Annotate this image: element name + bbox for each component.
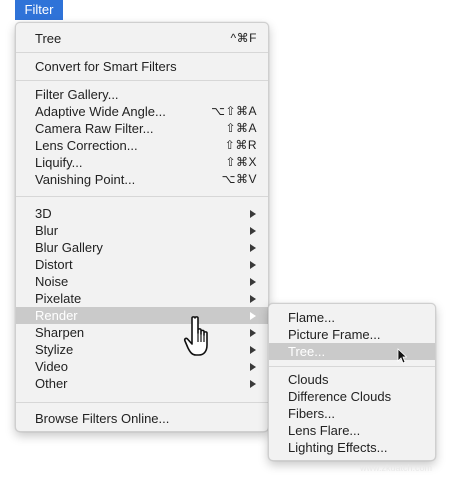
menu-item-label: Distort	[35, 257, 73, 272]
menu-item-pixelate[interactable]: Pixelate	[16, 290, 268, 307]
menu-item-adaptive-wide-angle[interactable]: Adaptive Wide Angle... ⌥⇧⌘A	[16, 103, 268, 120]
menu-item-label: Stylize	[35, 342, 74, 357]
menu-item-label: Blur Gallery	[35, 240, 103, 255]
menu-item-liquify[interactable]: Liquify... ⇧⌘X	[16, 154, 268, 171]
submenu-arrow-icon	[250, 295, 256, 303]
menu-item-shortcut: ⇧⌘X	[225, 155, 257, 169]
submenu-arrow-icon	[250, 363, 256, 371]
submenu-arrow-icon	[250, 261, 256, 269]
menu-item-noise[interactable]: Noise	[16, 273, 268, 290]
menu-item-label: 3D	[35, 206, 52, 221]
menu-item-label: Tree...	[288, 344, 326, 359]
menu-item-label: Fibers...	[288, 406, 335, 421]
menu-item-blur[interactable]: Blur	[16, 222, 268, 239]
submenu-item-lens-flare[interactable]: Lens Flare...	[269, 422, 435, 439]
menu-item-label: Liquify...	[35, 155, 83, 170]
watermark-text: www.zkuatch.com	[360, 463, 433, 473]
menu-item-label: Render	[35, 308, 78, 323]
filter-menu: Tree ^⌘F Convert for Smart Filters Filte…	[15, 22, 269, 432]
menu-separator	[16, 196, 268, 197]
menu-item-blur-gallery[interactable]: Blur Gallery	[16, 239, 268, 256]
menu-separator	[16, 402, 268, 403]
menu-item-convert-for-smart-filters[interactable]: Convert for Smart Filters	[16, 58, 268, 75]
submenu-arrow-icon	[250, 227, 256, 235]
menu-item-video[interactable]: Video	[16, 358, 268, 375]
submenu-item-flame[interactable]: Flame...	[269, 309, 435, 326]
menu-item-3d[interactable]: 3D	[16, 205, 268, 222]
menu-item-sharpen[interactable]: Sharpen	[16, 324, 268, 341]
menu-item-camera-raw-filter[interactable]: Camera Raw Filter... ⇧⌘A	[16, 120, 268, 137]
menu-item-lens-correction[interactable]: Lens Correction... ⇧⌘R	[16, 137, 268, 154]
menu-item-tree[interactable]: Tree ^⌘F	[16, 30, 268, 47]
submenu-item-tree[interactable]: Tree...	[269, 343, 435, 360]
submenu-item-picture-frame[interactable]: Picture Frame...	[269, 326, 435, 343]
menu-separator	[16, 52, 268, 53]
menu-item-stylize[interactable]: Stylize	[16, 341, 268, 358]
menu-item-other[interactable]: Other	[16, 375, 268, 392]
menu-item-label: Adaptive Wide Angle...	[35, 104, 166, 119]
menu-item-shortcut: ⌥⇧⌘A	[211, 104, 257, 118]
menu-item-label: Other	[35, 376, 68, 391]
render-submenu: Flame... Picture Frame... Tree... Clouds…	[268, 303, 436, 461]
submenu-item-fibers[interactable]: Fibers...	[269, 405, 435, 422]
submenu-item-difference-clouds[interactable]: Difference Clouds	[269, 388, 435, 405]
menu-item-label: Vanishing Point...	[35, 172, 136, 187]
hand-cursor-icon	[183, 316, 208, 356]
menu-separator	[16, 80, 268, 81]
submenu-arrow-icon	[250, 244, 256, 252]
menu-item-vanishing-point[interactable]: Vanishing Point... ⌥⌘V	[16, 171, 268, 188]
menu-item-render[interactable]: Render	[16, 307, 268, 324]
menu-item-label: Convert for Smart Filters	[35, 59, 177, 74]
filter-menu-title[interactable]: Filter	[15, 0, 63, 20]
submenu-arrow-icon	[250, 346, 256, 354]
menu-separator	[269, 366, 435, 367]
submenu-arrow-icon	[250, 329, 256, 337]
submenu-arrow-icon	[250, 312, 256, 320]
menu-item-shortcut: ⇧⌘R	[224, 138, 257, 152]
submenu-item-lighting-effects[interactable]: Lighting Effects...	[269, 439, 435, 456]
menu-item-label: Sharpen	[35, 325, 85, 340]
menu-item-browse-filters-online[interactable]: Browse Filters Online...	[16, 410, 268, 427]
menu-item-label: Clouds	[288, 372, 329, 387]
menu-item-label: Noise	[35, 274, 69, 289]
submenu-item-clouds[interactable]: Clouds	[269, 371, 435, 388]
submenu-arrow-icon	[250, 380, 256, 388]
menu-item-label: Tree	[35, 31, 62, 46]
menu-item-label: Browse Filters Online...	[35, 411, 170, 426]
menu-item-label: Camera Raw Filter...	[35, 121, 154, 136]
menu-item-label: Lens Flare...	[288, 423, 361, 438]
submenu-arrow-icon	[250, 210, 256, 218]
menu-item-label: Lighting Effects...	[288, 440, 388, 455]
menu-item-label: Video	[35, 359, 69, 374]
menu-item-label: Pixelate	[35, 291, 82, 306]
menu-item-label: Difference Clouds	[288, 389, 392, 404]
menu-item-shortcut: ⌥⌘V	[221, 172, 257, 186]
arrow-cursor-icon	[397, 348, 407, 364]
menu-item-label: Picture Frame...	[288, 327, 381, 342]
submenu-arrow-icon	[250, 278, 256, 286]
menu-item-filter-gallery[interactable]: Filter Gallery...	[16, 86, 268, 103]
menu-item-shortcut: ⇧⌘A	[225, 121, 257, 135]
menu-item-label: Lens Correction...	[35, 138, 138, 153]
menu-item-distort[interactable]: Distort	[16, 256, 268, 273]
menu-item-label: Blur	[35, 223, 59, 238]
menu-item-label: Filter Gallery...	[35, 87, 119, 102]
menu-item-shortcut: ^⌘F	[230, 31, 257, 45]
menu-item-label: Flame...	[288, 310, 335, 325]
